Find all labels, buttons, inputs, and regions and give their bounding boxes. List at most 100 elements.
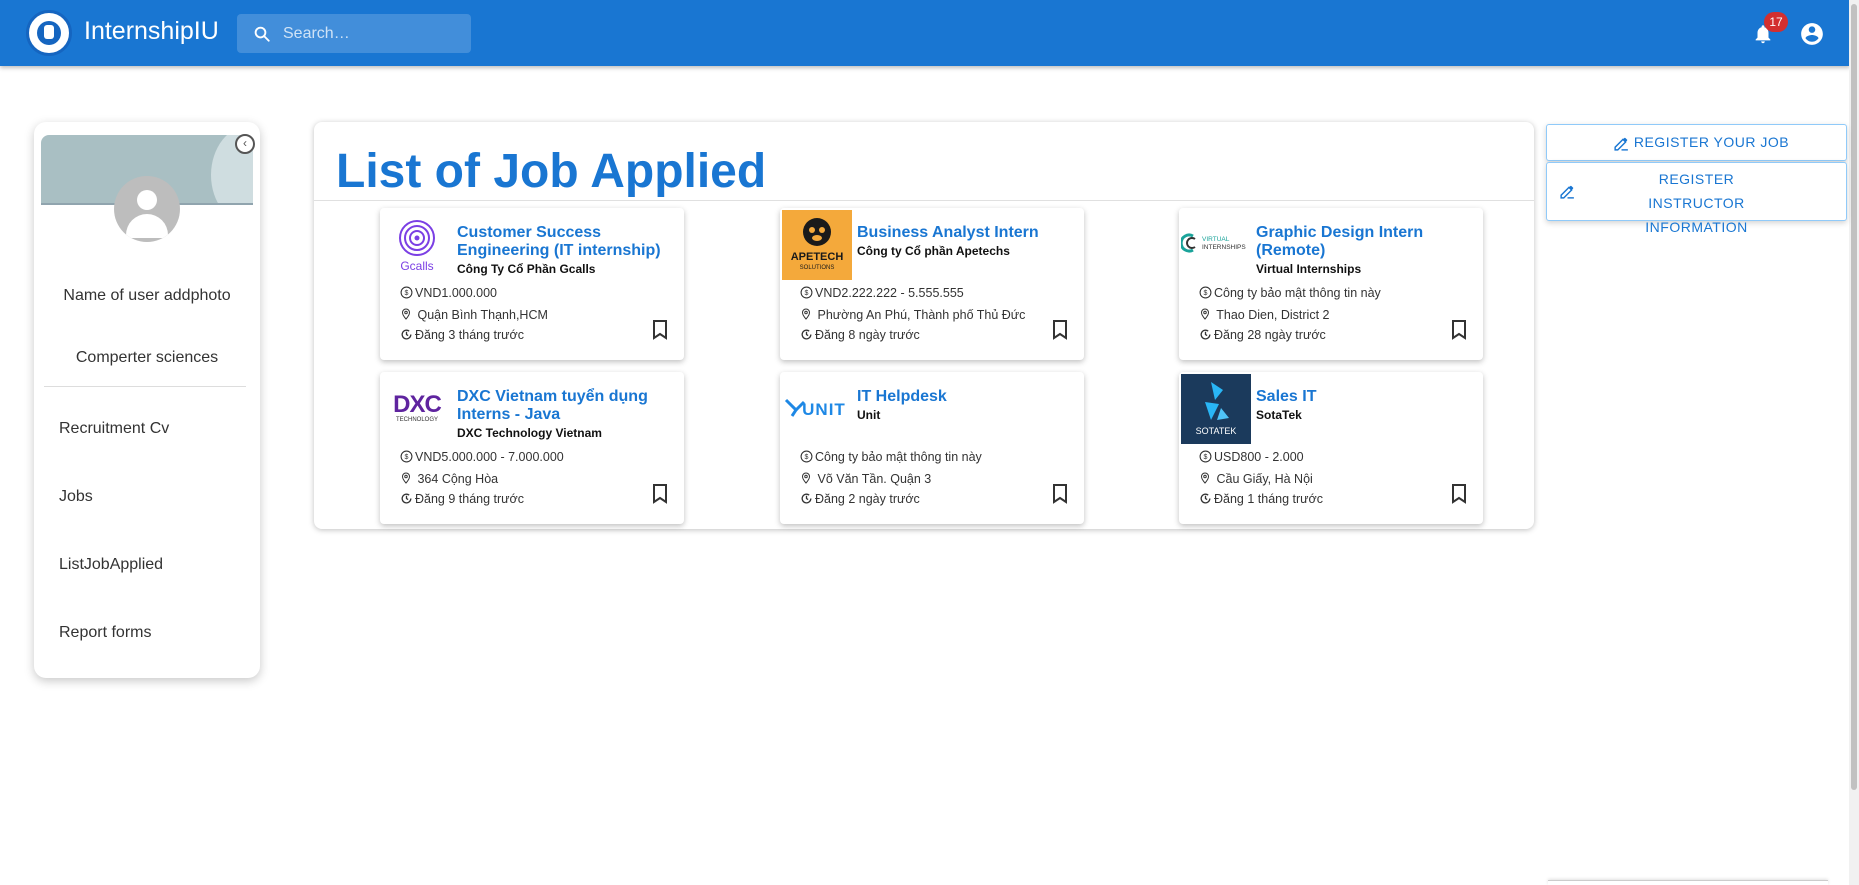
job-title[interactable]: IT Helpdesk <box>857 388 1075 406</box>
avatar[interactable] <box>114 176 180 242</box>
divider <box>44 386 246 387</box>
svg-text:$: $ <box>805 454 809 461</box>
job-title[interactable]: Graphic Design Intern (Remote) <box>1256 224 1474 260</box>
nav-jobs[interactable]: Jobs <box>59 488 93 506</box>
job-company: SotaTek <box>1256 408 1302 422</box>
dxc-logo: DXC TECHNOLOGY <box>382 374 452 444</box>
location-icon <box>1200 308 1210 320</box>
gcalls-logo: Gcalls <box>382 210 452 280</box>
job-company: Công Ty Cổ Phần Gcalls <box>457 262 596 276</box>
job-card[interactable]: UNIT IT Helpdesk Unit $ Công ty bảo mật t… <box>780 372 1084 524</box>
profile-sidebar: ‹ Name of user addphoto Comperter scienc… <box>34 122 260 678</box>
job-posted: Đăng 3 tháng trước <box>400 328 524 342</box>
register-instructor-label: REGISTER INSTRUCTOR INFORMATION <box>1645 171 1748 235</box>
clock-icon <box>801 493 812 504</box>
edit-icon <box>1560 185 1574 199</box>
svg-text:$: $ <box>805 290 809 297</box>
location-icon <box>401 308 411 320</box>
notification-badge: 17 <box>1764 12 1788 32</box>
nav-report-forms[interactable]: Report forms <box>59 624 151 642</box>
job-company: Unit <box>857 408 881 422</box>
clock-icon <box>401 329 412 340</box>
university-logo[interactable] <box>26 10 72 56</box>
app-bar: InternshipIU 17 <box>0 0 1850 66</box>
job-title[interactable]: Sales IT <box>1256 388 1474 406</box>
search-icon <box>254 26 270 42</box>
clock-icon <box>801 329 812 340</box>
job-salary: $ VND5.000.000 - 7.000.000 <box>400 450 564 464</box>
bookmark-icon[interactable] <box>1052 484 1068 504</box>
clock-icon <box>401 493 412 504</box>
job-title[interactable]: Business Analyst Intern <box>857 224 1075 242</box>
search-input[interactable] <box>283 14 463 53</box>
user-name: Name of user addphoto <box>63 287 231 304</box>
job-card[interactable]: DXC TECHNOLOGY DXC Vietnam tuyển dụng Int… <box>380 372 684 524</box>
dollar-icon: $ <box>400 286 413 299</box>
job-title[interactable]: Customer Success Engineering (IT interns… <box>457 224 675 260</box>
search-box[interactable] <box>237 14 471 53</box>
nav-recruitment-cv[interactable]: Recruitment Cv <box>59 420 169 438</box>
register-instructor-button[interactable]: REGISTER INSTRUCTOR INFORMATION <box>1546 162 1847 235</box>
bookmark-icon[interactable] <box>1052 320 1068 340</box>
register-job-label: REGISTER YOUR JOB <box>1633 134 1790 150</box>
job-location: Phường An Phú, Thành phố Thủ Đức <box>800 307 1025 322</box>
job-location: Cầu Giấy, Hà Nội <box>1199 471 1313 486</box>
dollar-icon: $ <box>400 450 413 463</box>
job-card[interactable]: APETECH SOLUTIONS Business Analyst Intern… <box>780 208 1084 360</box>
job-location: Thao Dien, District 2 <box>1199 307 1329 322</box>
bookmark-icon[interactable] <box>652 484 668 504</box>
nav-list-job-applied[interactable]: ListJobApplied <box>59 556 163 574</box>
svg-text:TECHNOLOGY: TECHNOLOGY <box>396 417 438 423</box>
job-location: Võ Văn Tần. Quận 3 <box>800 471 931 486</box>
edit-icon <box>1614 137 1628 151</box>
bookmark-icon[interactable] <box>1451 320 1467 340</box>
job-applied-panel: List of Job Applied Gcalls Customer Succ… <box>314 122 1534 529</box>
sotatek-logo: SOTATEK <box>1181 374 1251 444</box>
svg-text:$: $ <box>1204 454 1208 461</box>
job-salary: $ USD800 - 2.000 <box>1199 450 1304 464</box>
job-salary: $ Công ty bảo mật thông tin này <box>800 450 982 464</box>
user-major: Comperter sciences <box>75 349 219 366</box>
chevron-left-icon[interactable]: ‹ <box>235 134 255 154</box>
job-salary: $ VND2.222.222 - 5.555.555 <box>800 286 964 300</box>
brand-title[interactable]: InternshipIU <box>84 17 219 46</box>
bookmark-icon[interactable] <box>1451 484 1467 504</box>
svg-text:APETECH: APETECH <box>791 251 844 263</box>
location-icon <box>1200 472 1210 484</box>
job-posted: Đăng 8 ngày trước <box>800 328 920 342</box>
dollar-icon: $ <box>800 286 813 299</box>
svg-text:Gcalls: Gcalls <box>400 259 433 273</box>
svg-text:SOTATEK: SOTATEK <box>1196 426 1237 436</box>
bookmark-icon[interactable] <box>652 320 668 340</box>
svg-text:UNIT: UNIT <box>802 400 846 419</box>
job-card[interactable]: VIRTUAL INTERNSHIPS Graphic Design Intern… <box>1179 208 1483 360</box>
location-icon <box>801 472 811 484</box>
job-card[interactable]: SOTATEK Sales IT SotaTek $ USD800 - 2.000… <box>1179 372 1483 524</box>
svg-text:DXC: DXC <box>393 391 441 418</box>
virtual-internships-logo: VIRTUAL INTERNSHIPS <box>1181 210 1251 280</box>
job-title[interactable]: DXC Vietnam tuyển dụng Interns - Java <box>457 388 675 424</box>
svg-text:$: $ <box>405 290 409 297</box>
floating-panel-edge <box>1548 880 1828 885</box>
location-icon <box>401 472 411 484</box>
job-company: DXC Technology Vietnam <box>457 426 602 440</box>
job-card[interactable]: Gcalls Customer Success Engineering (IT … <box>380 208 684 360</box>
job-posted: Đăng 9 tháng trước <box>400 492 524 506</box>
job-posted: Đăng 28 ngày trước <box>1199 328 1326 342</box>
divider <box>314 200 1534 201</box>
job-salary: $ Công ty bảo mật thông tin này <box>1199 286 1381 300</box>
dollar-icon: $ <box>1199 450 1212 463</box>
svg-text:VIRTUAL: VIRTUAL <box>1202 236 1230 243</box>
job-company: Virtual Internships <box>1256 262 1362 276</box>
svg-text:INTERNSHIPS: INTERNSHIPS <box>1202 244 1246 251</box>
dollar-icon: $ <box>1199 286 1212 299</box>
job-location: Quận Bình Thạnh,HCM <box>400 307 548 322</box>
scrollbar-thumb[interactable] <box>1851 4 1857 790</box>
job-company: Công ty Cổ phần Apetechs <box>857 244 1010 258</box>
account-circle-icon[interactable] <box>1799 21 1825 47</box>
svg-text:$: $ <box>405 454 409 461</box>
clock-icon <box>1200 493 1211 504</box>
register-job-button[interactable]: REGISTER YOUR JOB <box>1546 124 1847 161</box>
svg-text:$: $ <box>1204 290 1208 297</box>
svg-text:SOLUTIONS: SOLUTIONS <box>800 265 835 271</box>
